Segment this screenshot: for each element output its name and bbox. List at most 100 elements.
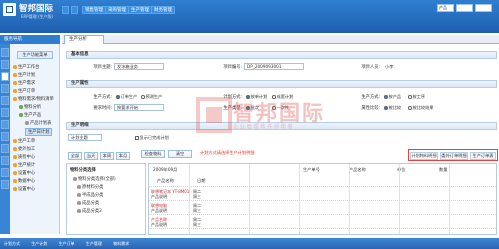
grid-row-line bbox=[149, 214, 496, 215]
header-extra[interactable] bbox=[475, 4, 492, 12]
folder-icon bbox=[13, 81, 17, 85]
vtab-2[interactable] bbox=[1, 60, 9, 69]
sidebar-item[interactable]: 生产工单 bbox=[13, 138, 35, 144]
sidebar-item[interactable]: 生产工作台 bbox=[13, 64, 39, 70]
section-production-attrs[interactable]: 生产属性 bbox=[66, 80, 497, 88]
time-requirement-select[interactable]: 按要求开始 bbox=[114, 104, 164, 111]
grid-row-line bbox=[149, 186, 496, 187]
sidebar-item[interactable]: 生产计划 bbox=[13, 72, 35, 78]
sidebar-item[interactable]: 设置中心 bbox=[13, 170, 35, 176]
nav-forward-icon[interactable] bbox=[71, 6, 78, 14]
status-item[interactable]: 计划方式 bbox=[4, 241, 20, 246]
filter-tab-month[interactable]: 本月 bbox=[116, 152, 130, 160]
vtab-1[interactable] bbox=[1, 48, 9, 57]
folder-icon bbox=[13, 65, 17, 69]
sidebar-item[interactable]: 物料需求/物料清单 bbox=[13, 96, 54, 102]
radio-order-production[interactable]: 订单生产 bbox=[116, 94, 137, 100]
header-search-input[interactable]: 产品 bbox=[437, 4, 454, 12]
header-search-area: 产品 bbox=[437, 4, 495, 14]
grid-day: 周三 bbox=[193, 194, 201, 199]
nav-item-finance[interactable]: 财务管理 bbox=[151, 6, 175, 14]
folder-icon bbox=[13, 179, 17, 183]
sidebar-item[interactable]: 设置中心 bbox=[13, 186, 35, 192]
radio-compare-result[interactable]: 按比较结果 bbox=[408, 105, 433, 111]
check-materials-button[interactable]: 检查物料 bbox=[141, 150, 165, 158]
tree-item[interactable]: 成品分类 bbox=[77, 200, 99, 206]
vtab-6[interactable] bbox=[1, 108, 9, 117]
radio-compare[interactable]: 按比较 bbox=[384, 105, 401, 111]
vtab-7[interactable] bbox=[1, 120, 9, 129]
sidebar-item[interactable]: 生产统计 bbox=[13, 162, 35, 168]
tab-production-orders[interactable]: 生产订单表 bbox=[470, 152, 496, 160]
sidebar-item[interactable]: 生产需求 bbox=[13, 80, 35, 86]
checkbox-icon bbox=[73, 177, 77, 181]
filter-tab-week[interactable]: 本周 bbox=[100, 152, 114, 160]
sidebar-item[interactable]: 质检中心 bbox=[13, 154, 35, 160]
field-label: 生产方式: bbox=[93, 95, 112, 100]
grid-header: 数量 bbox=[439, 167, 448, 172]
grid-day: 周三 bbox=[193, 208, 201, 213]
grid-header: 2009年09月 bbox=[153, 167, 178, 172]
sidebar-item[interactable]: 数据中心 bbox=[13, 178, 35, 184]
show-completed-checkbox[interactable]: 显示已完成计划 bbox=[135, 135, 169, 141]
project-subject-field[interactable]: 发冰箱业务 bbox=[114, 63, 164, 70]
folder-icon bbox=[13, 139, 17, 143]
leaf-icon bbox=[25, 121, 29, 125]
radio-forecast-production[interactable]: 预测生产 bbox=[141, 94, 162, 100]
tree-title: 物料分类选择 bbox=[70, 168, 96, 173]
radio-by-process[interactable]: 按工序 bbox=[408, 94, 425, 100]
checkbox-icon bbox=[77, 201, 81, 205]
plan-grid: 2009年09月 产品名称 日期 生产单号 产品名称 单位 数量 联想笔记本 Y… bbox=[148, 163, 497, 235]
tab-outsource-orders[interactable]: 委外订单明细 bbox=[440, 152, 468, 160]
field-label: 要求时间: bbox=[93, 106, 112, 111]
grid-header: 日期 bbox=[197, 178, 206, 183]
nav-item-purchase[interactable]: 采购管理 bbox=[105, 6, 129, 14]
folder-icon bbox=[13, 155, 17, 159]
tab-production-analysis[interactable]: 生产分析 bbox=[64, 35, 104, 44]
vtab-3[interactable] bbox=[1, 72, 9, 81]
nav-item-production[interactable]: 生产管理 bbox=[128, 6, 152, 14]
sidebar-item[interactable]: 委外加工 bbox=[13, 146, 35, 152]
plan-hint-link[interactable]: 计划方式请选择生产计划明细 bbox=[200, 150, 254, 156]
tree-item[interactable]: 半成品分类 bbox=[77, 192, 103, 198]
tree-item[interactable]: 物料分类选择(全部) bbox=[73, 176, 116, 182]
sidebar-item[interactable]: 物料分析 bbox=[19, 104, 41, 110]
nav-item-sales[interactable]: 销售管理 bbox=[82, 6, 106, 14]
main-tab-strip bbox=[62, 35, 499, 44]
leaf-icon bbox=[19, 113, 23, 117]
project-person-field: 小李 bbox=[382, 63, 422, 70]
header-selector[interactable] bbox=[456, 4, 473, 12]
status-item[interactable]: 物料需求 bbox=[113, 241, 129, 246]
clear-button[interactable]: 清空 bbox=[168, 150, 192, 158]
status-item[interactable]: 生产计划 bbox=[31, 241, 47, 246]
tree-item[interactable]: 成品分类2 bbox=[77, 208, 102, 214]
tab-plan-materials[interactable]: 计划物料明细 bbox=[410, 152, 438, 160]
sidebar-item[interactable]: 生产订单 bbox=[13, 88, 35, 94]
vtab-5[interactable] bbox=[1, 96, 9, 105]
status-item[interactable]: 生产订单 bbox=[59, 241, 75, 246]
vtab-12[interactable] bbox=[1, 180, 9, 189]
radio-by-product[interactable]: 按产品 bbox=[384, 94, 401, 100]
project-number-field[interactable]: DP_2009093001 bbox=[244, 63, 304, 70]
sidebar-item[interactable]: 生产产品 bbox=[19, 112, 41, 118]
folder-icon bbox=[13, 163, 17, 167]
tree-item[interactable]: 原材料分类 bbox=[77, 184, 103, 190]
filter-tab-today[interactable]: 当天 bbox=[84, 152, 98, 160]
vtab-4[interactable] bbox=[1, 84, 9, 93]
section-basic-info[interactable]: 基本信息 bbox=[66, 51, 497, 59]
status-item[interactable]: 生产管理 bbox=[86, 241, 102, 246]
field-label: 项目编号: bbox=[223, 65, 242, 70]
sidebar-item-selected[interactable]: 生产日计划 bbox=[25, 128, 53, 136]
vtab-11[interactable] bbox=[1, 168, 9, 177]
nav-back-icon[interactable] bbox=[62, 6, 69, 14]
sidebar-item[interactable]: 产品计划表 bbox=[25, 120, 51, 126]
grid-header: 产品名称 bbox=[157, 178, 174, 183]
sidebar-menu-button[interactable]: 生产功能菜单 bbox=[17, 51, 53, 59]
filter-tab-all[interactable]: 全部 bbox=[68, 152, 82, 160]
vtab-10[interactable] bbox=[1, 156, 9, 165]
plan-subject-select[interactable]: 计划主题 bbox=[68, 134, 102, 141]
material-category-tree: 物料分类选择 物料分类选择(全部) 原材料分类 半成品分类 成品分类 成品分类2 bbox=[66, 163, 146, 235]
vtab-8[interactable] bbox=[1, 132, 9, 141]
vtab-9[interactable] bbox=[1, 144, 9, 153]
folder-icon bbox=[13, 73, 17, 77]
